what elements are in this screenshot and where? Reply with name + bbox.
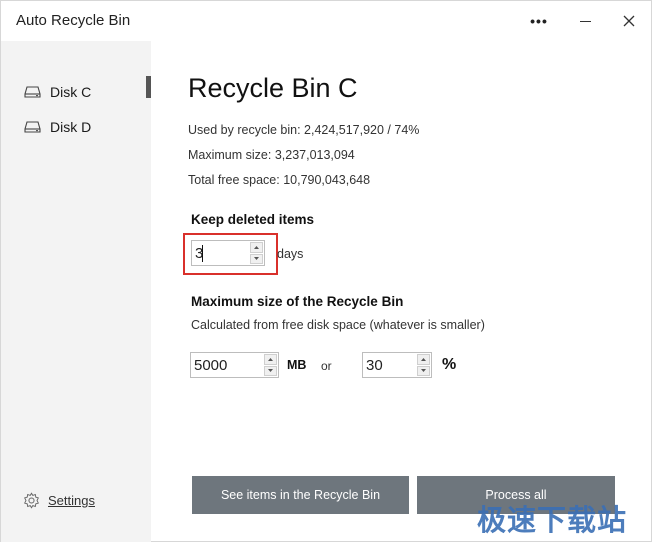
percent-stepper[interactable]: 30: [362, 352, 432, 378]
window-title: Auto Recycle Bin: [16, 12, 131, 29]
maximum-size-text: Maximum size: 3,237,013,094: [188, 148, 355, 162]
chevron-down-icon: [268, 369, 273, 373]
title-bar: Auto Recycle Bin •••: [1, 1, 651, 41]
days-unit-label: days: [277, 247, 304, 261]
or-label: or: [321, 359, 332, 373]
chevron-down-icon: [421, 369, 426, 373]
sidebar-item-disk-d[interactable]: Disk D: [1, 111, 151, 143]
used-size-text: Used by recycle bin: 2,424,517,920 / 74%: [188, 123, 420, 137]
sidebar-item-label: Disk D: [50, 119, 92, 135]
keep-deleted-heading: Keep deleted items: [191, 212, 315, 227]
disk-drive-icon: [24, 121, 41, 133]
decrement-button[interactable]: [250, 253, 263, 264]
increment-button[interactable]: [250, 242, 263, 253]
settings-link[interactable]: Settings: [23, 492, 95, 509]
main-panel: Recycle Bin C Used by recycle bin: 2,424…: [152, 41, 651, 542]
percent-unit-label: %: [442, 356, 457, 373]
see-items-button[interactable]: See items in the Recycle Bin: [192, 476, 409, 514]
sidebar: Disk C Disk D Settings: [1, 41, 151, 542]
mb-unit-label: MB: [287, 358, 307, 372]
percent-value: 30: [366, 357, 383, 374]
active-indicator: [146, 76, 151, 98]
free-space-text: Total free space: 10,790,043,648: [188, 173, 371, 187]
mb-stepper[interactable]: 5000: [190, 352, 279, 378]
watermark: 极速下载站: [477, 503, 628, 537]
chevron-up-icon: [254, 245, 259, 249]
sidebar-item-disk-c[interactable]: Disk C: [1, 76, 151, 108]
decrement-button[interactable]: [264, 365, 277, 376]
max-size-subtitle: Calculated from free disk space (whateve…: [191, 318, 485, 332]
more-options-button[interactable]: •••: [519, 7, 559, 35]
max-size-heading: Maximum size of the Recycle Bin: [191, 294, 404, 309]
sidebar-item-label: Disk C: [50, 84, 92, 100]
increment-button[interactable]: [417, 354, 430, 365]
gear-icon: [24, 492, 39, 509]
minimize-icon: [579, 20, 591, 22]
app-window: Auto Recycle Bin ••• Disk C Disk D Setti…: [0, 0, 652, 542]
minimize-button[interactable]: [565, 7, 605, 35]
chevron-up-icon: [421, 357, 426, 361]
more-dots-icon: •••: [530, 13, 548, 29]
chevron-down-icon: [254, 257, 259, 261]
increment-button[interactable]: [264, 354, 277, 365]
settings-label: Settings: [48, 493, 95, 508]
page-title: Recycle Bin C: [188, 73, 358, 103]
close-icon: [623, 15, 635, 27]
disk-drive-icon: [24, 86, 41, 98]
text-caret: [202, 245, 203, 262]
days-stepper[interactable]: 3: [191, 240, 265, 266]
chevron-up-icon: [268, 357, 273, 361]
mb-value: 5000: [194, 357, 228, 374]
close-button[interactable]: [609, 7, 649, 35]
decrement-button[interactable]: [417, 365, 430, 376]
